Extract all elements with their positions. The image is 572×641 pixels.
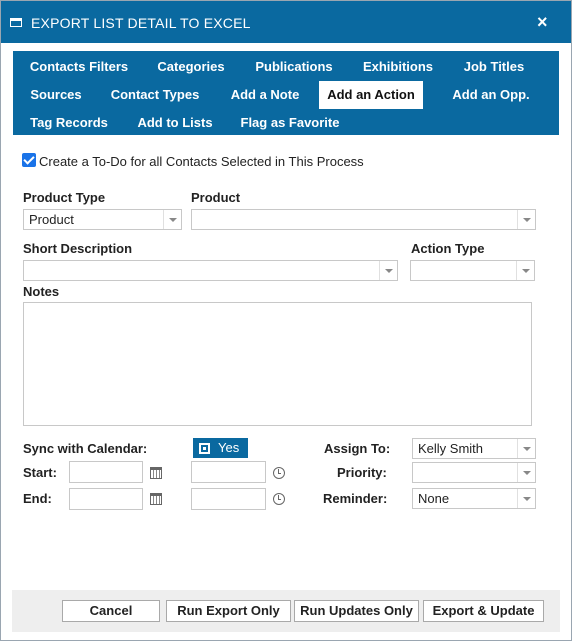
- reminder-select[interactable]: None: [412, 488, 536, 509]
- tab-publications[interactable]: Publications: [249, 53, 339, 81]
- calendar-icon[interactable]: [150, 467, 162, 479]
- notes-label: Notes: [23, 284, 60, 299]
- assign-to-label: Assign To:: [324, 441, 391, 456]
- run-export-only-button[interactable]: Run Export Only: [166, 600, 291, 622]
- tab-exhibitions[interactable]: Exhibitions: [357, 53, 439, 81]
- button-bar: Cancel Run Export Only Run Updates Only …: [12, 590, 560, 632]
- short-description-select[interactable]: [23, 260, 398, 281]
- todo-checkbox-label: Create a To-Do for all Contacts Selected…: [39, 154, 364, 169]
- checkbox-icon: [199, 443, 210, 454]
- tab-categories[interactable]: Categories: [149, 53, 233, 81]
- tab-sources[interactable]: Sources: [21, 81, 91, 109]
- tab-add-a-note[interactable]: Add a Note: [223, 81, 307, 109]
- chevron-down-icon: [517, 489, 535, 508]
- cancel-button[interactable]: Cancel: [62, 600, 160, 622]
- tab-contact-types[interactable]: Contact Types: [105, 81, 205, 109]
- title-bar: EXPORT LIST DETAIL TO EXCEL ×: [1, 1, 571, 43]
- tab-flag-as-favorite[interactable]: Flag as Favorite: [239, 109, 341, 137]
- window-icon: [10, 18, 22, 27]
- tab-bar: Contacts Filters Categories Publications…: [13, 51, 559, 135]
- product-label: Product: [191, 190, 241, 205]
- priority-label: Priority:: [337, 465, 387, 480]
- run-updates-only-button[interactable]: Run Updates Only: [294, 600, 419, 622]
- product-type-label: Product Type: [23, 190, 106, 205]
- tab-add-an-action[interactable]: Add an Action: [319, 81, 423, 109]
- sync-calendar-toggle-label: Yes: [218, 440, 240, 455]
- product-select[interactable]: [191, 209, 536, 230]
- start-label: Start:: [23, 465, 57, 480]
- tab-contacts-filters[interactable]: Contacts Filters: [21, 53, 137, 81]
- short-description-label: Short Description: [23, 241, 133, 256]
- action-type-select[interactable]: [410, 260, 535, 281]
- tab-job-titles[interactable]: Job Titles: [458, 53, 530, 81]
- chevron-down-icon: [517, 439, 535, 458]
- clock-icon[interactable]: [273, 467, 285, 479]
- chevron-down-icon: [163, 210, 181, 229]
- start-date-input[interactable]: [69, 461, 143, 483]
- start-time-input[interactable]: [191, 461, 266, 483]
- close-icon[interactable]: ×: [537, 12, 548, 33]
- sync-calendar-toggle[interactable]: Yes: [193, 438, 248, 458]
- end-date-input[interactable]: [69, 488, 143, 510]
- sync-calendar-label: Sync with Calendar:: [23, 441, 148, 456]
- tab-add-to-lists[interactable]: Add to Lists: [129, 109, 221, 137]
- end-time-input[interactable]: [191, 488, 266, 510]
- notes-textarea[interactable]: [23, 302, 532, 426]
- product-type-value: Product: [29, 212, 74, 227]
- dialog-title: EXPORT LIST DETAIL TO EXCEL: [31, 15, 251, 31]
- chevron-down-icon: [517, 463, 535, 482]
- chevron-down-icon: [517, 210, 535, 229]
- assign-to-value: Kelly Smith: [418, 441, 484, 456]
- clock-icon[interactable]: [273, 493, 285, 505]
- action-type-label: Action Type: [411, 241, 485, 256]
- tab-tag-records[interactable]: Tag Records: [21, 109, 117, 137]
- assign-to-select[interactable]: Kelly Smith: [412, 438, 536, 459]
- end-label: End:: [23, 491, 52, 506]
- priority-select[interactable]: [412, 462, 536, 483]
- export-update-button[interactable]: Export & Update: [423, 600, 544, 622]
- product-type-select[interactable]: Product: [23, 209, 182, 230]
- todo-checkbox[interactable]: [22, 153, 36, 167]
- tab-add-an-opp[interactable]: Add an Opp.: [441, 81, 541, 109]
- export-dialog: EXPORT LIST DETAIL TO EXCEL × Contacts F…: [0, 0, 572, 641]
- reminder-label: Reminder:: [323, 491, 388, 506]
- reminder-value: None: [418, 491, 450, 506]
- chevron-down-icon: [516, 261, 534, 280]
- chevron-down-icon: [379, 261, 397, 280]
- calendar-icon[interactable]: [150, 493, 162, 505]
